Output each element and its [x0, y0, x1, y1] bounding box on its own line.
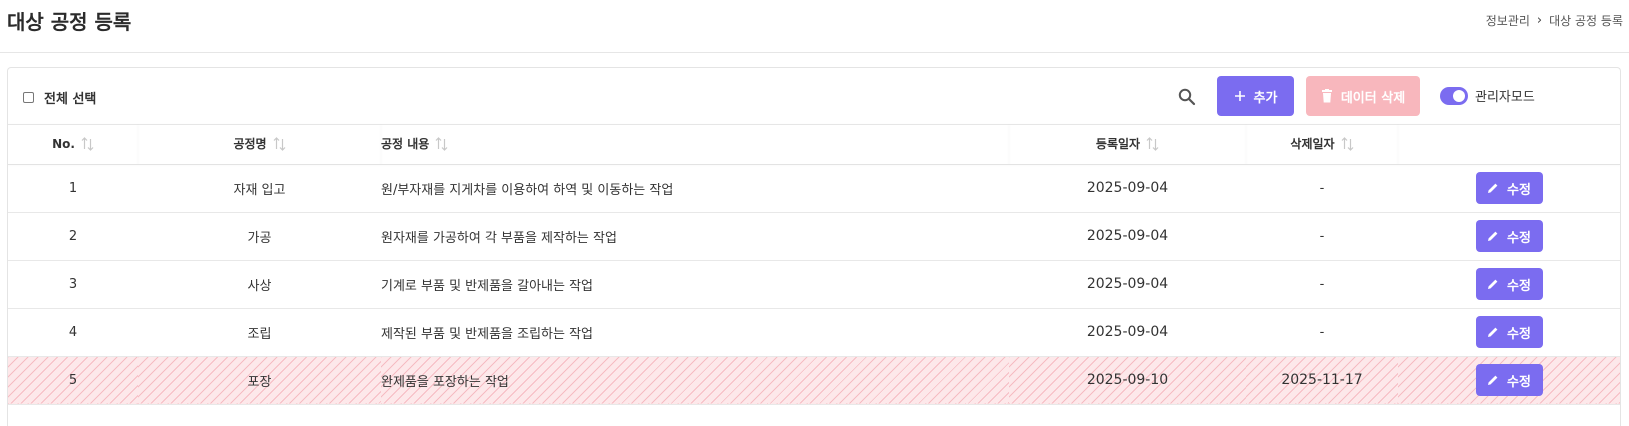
cell-registered-date: 2025-09-04	[1009, 164, 1246, 213]
table-row-deleted[interactable]: 5 포장 완제품을 포장하는 작업 2025-09-10 2025-11-17 …	[8, 356, 1620, 405]
admin-mode-toggle[interactable]	[1440, 86, 1468, 105]
process-list-card: 전체 선택 추가 데이터 삭제 관리자모드 No. 공정명 공정 내용 등록일자…	[7, 67, 1621, 426]
sort-icon	[1146, 136, 1159, 151]
page-title: 대상 공정 등록	[7, 10, 132, 34]
search-icon	[1178, 88, 1196, 106]
cell-deleted-date: 2025-11-17	[1246, 356, 1398, 405]
edit-button-label: 수정	[1507, 230, 1531, 246]
column-header-label: 등록일자	[1095, 137, 1141, 152]
cell-registered-date: 2025-09-04	[1009, 260, 1246, 309]
edit-button-label: 수정	[1507, 182, 1531, 198]
add-button[interactable]: 추가	[1217, 76, 1294, 116]
cell-process-desc: 기계로 부품 및 반제품을 갈아내는 작업	[381, 260, 1009, 309]
delete-data-button-label: 데이터 삭제	[1340, 90, 1406, 106]
table-row[interactable]: 2 가공 원자재를 가공하여 각 부품을 제작하는 작업 2025-09-04 …	[8, 212, 1620, 261]
plus-icon	[1234, 91, 1245, 101]
edit-button[interactable]: 수정	[1475, 316, 1543, 348]
cell-registered-date: 2025-09-10	[1009, 356, 1246, 405]
cell-deleted-date: -	[1246, 260, 1398, 309]
column-header-label: 공정명	[233, 137, 267, 152]
search-button[interactable]	[1175, 85, 1199, 109]
cell-no: 4	[8, 308, 138, 357]
pencil-icon	[1488, 279, 1498, 289]
process-table: No. 공정명 공정 내용 등록일자 삭제일자 1 자재 입고 원/부자재를 지…	[8, 124, 1620, 405]
pencil-icon	[1488, 231, 1498, 241]
sort-icon	[81, 136, 94, 151]
table-row[interactable]: 3 사상 기계로 부품 및 반제품을 갈아내는 작업 2025-09-04 - …	[8, 260, 1620, 309]
breadcrumb-item-info-management[interactable]: 정보관리	[1486, 12, 1530, 29]
trash-icon	[1321, 89, 1332, 103]
cell-process-name: 포장	[138, 356, 381, 405]
toggle-knob	[1453, 89, 1465, 102]
pencil-icon	[1488, 183, 1498, 193]
cell-no: 3	[8, 260, 138, 309]
column-header-deleted-date[interactable]: 삭제일자	[1246, 124, 1398, 165]
add-button-label: 추가	[1253, 90, 1278, 106]
edit-button[interactable]: 수정	[1475, 268, 1543, 300]
sort-icon	[1341, 136, 1354, 151]
select-all-checkbox[interactable]	[23, 92, 34, 103]
cell-no: 2	[8, 212, 138, 261]
edit-button[interactable]: 수정	[1475, 220, 1543, 252]
cell-actions: 수정	[1398, 212, 1620, 261]
table-row[interactable]: 1 자재 입고 원/부자재를 지게차를 이용하여 하역 및 이동하는 작업 20…	[8, 164, 1620, 213]
cell-process-desc: 완제품을 포장하는 작업	[381, 356, 1009, 405]
cell-actions: 수정	[1398, 260, 1620, 309]
pencil-icon	[1488, 375, 1498, 385]
cell-process-name: 자재 입고	[138, 164, 381, 213]
sort-icon	[273, 136, 285, 151]
column-header-label: 삭제일자	[1290, 137, 1335, 152]
delete-data-button[interactable]: 데이터 삭제	[1306, 76, 1420, 116]
edit-button-label: 수정	[1507, 278, 1531, 294]
cell-deleted-date: -	[1246, 164, 1398, 213]
cell-process-desc: 원자재를 가공하여 각 부품을 제작하는 작업	[381, 212, 1009, 261]
breadcrumb-separator: ›	[1536, 13, 1543, 28]
breadcrumb: 정보관리 › 대상 공정 등록	[1486, 12, 1623, 29]
cell-actions: 수정	[1398, 308, 1620, 357]
cell-process-name: 가공	[138, 212, 381, 261]
cell-process-name: 사상	[138, 260, 381, 309]
cell-actions: 수정	[1398, 356, 1620, 405]
toolbar: 전체 선택 추가 데이터 삭제 관리자모드	[8, 68, 1620, 125]
column-header-label: 공정 내용	[381, 137, 430, 152]
cell-deleted-date: -	[1246, 308, 1398, 357]
column-header-registered-date[interactable]: 등록일자	[1009, 124, 1246, 165]
cell-process-desc: 제작된 부품 및 반제품을 조립하는 작업	[381, 308, 1009, 357]
column-header-process-desc[interactable]: 공정 내용	[381, 124, 1009, 165]
select-all[interactable]: 전체 선택	[23, 88, 96, 107]
table-row[interactable]: 4 조립 제작된 부품 및 반제품을 조립하는 작업 2025-09-04 - …	[8, 308, 1620, 357]
column-header-actions	[1398, 124, 1620, 165]
sort-icon	[435, 136, 448, 151]
table-header-row: No. 공정명 공정 내용 등록일자 삭제일자	[8, 124, 1620, 165]
page-header: 대상 공정 등록 정보관리 › 대상 공정 등록	[0, 0, 1629, 53]
admin-mode: 관리자모드	[1440, 86, 1535, 105]
column-header-no[interactable]: No.	[8, 124, 138, 165]
pencil-icon	[1488, 327, 1498, 337]
admin-mode-label: 관리자모드	[1475, 90, 1535, 105]
cell-registered-date: 2025-09-04	[1009, 212, 1246, 261]
cell-deleted-date: -	[1246, 212, 1398, 261]
cell-registered-date: 2025-09-04	[1009, 308, 1246, 357]
column-header-label: No.	[52, 136, 75, 151]
edit-button-label: 수정	[1507, 374, 1531, 390]
cell-no: 5	[8, 356, 138, 405]
cell-process-desc: 원/부자재를 지게차를 이용하여 하역 및 이동하는 작업	[381, 164, 1009, 213]
cell-actions: 수정	[1398, 164, 1620, 213]
cell-no: 1	[8, 164, 138, 213]
cell-process-name: 조립	[138, 308, 381, 357]
edit-button-label: 수정	[1507, 326, 1531, 342]
select-all-label: 전체 선택	[44, 92, 97, 107]
edit-button[interactable]: 수정	[1475, 364, 1543, 396]
column-header-process-name[interactable]: 공정명	[138, 124, 381, 165]
breadcrumb-item-current: 대상 공정 등록	[1549, 14, 1623, 28]
edit-button[interactable]: 수정	[1475, 172, 1543, 204]
